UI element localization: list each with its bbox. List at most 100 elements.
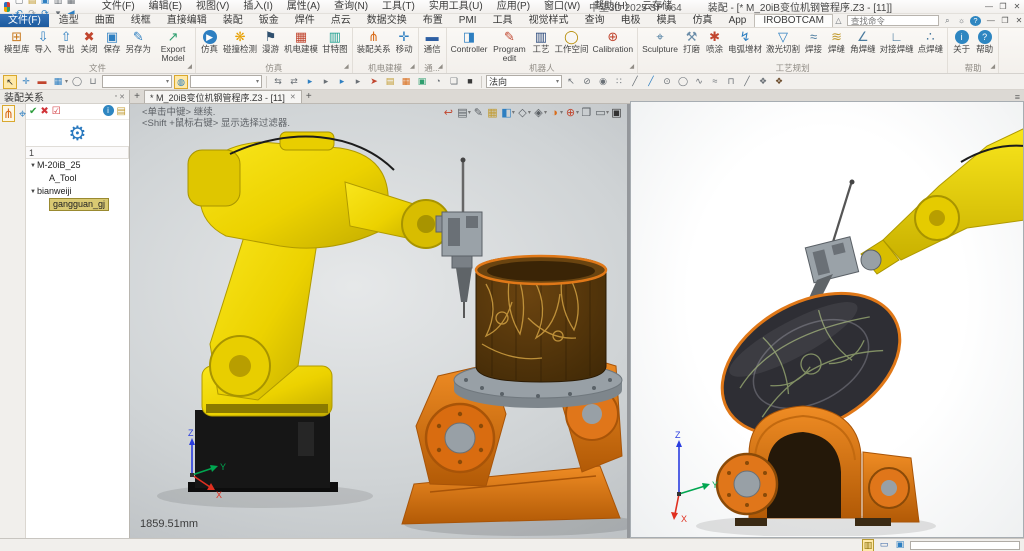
import-button[interactable]: ⇩导入: [32, 28, 55, 63]
snap-grid-icon[interactable]: ∷: [612, 75, 626, 89]
simulate-button[interactable]: ▶仿真: [198, 28, 221, 63]
model-library-button[interactable]: ⊞模型库: [2, 28, 32, 63]
gantt-toggle-icon[interactable]: ▥: [862, 539, 874, 551]
tab-close-icon[interactable]: ✕: [290, 93, 296, 101]
tree-node-a-tool[interactable]: A_Tool: [26, 172, 129, 185]
viewport-left[interactable]: Z Y X <单击中键> 继续. <Shift +鼠标右键> 显示选择过滤器. …: [130, 104, 627, 538]
fillet-weld-button[interactable]: ∠角焊缝: [848, 28, 878, 63]
spraying-button[interactable]: ✱喷涂: [703, 28, 726, 63]
history-icon[interactable]: ◔: [431, 75, 445, 89]
ribbon-tab-data-exchange[interactable]: 数据交换: [359, 14, 415, 27]
workpiece-cage[interactable]: [476, 256, 606, 382]
scene-right[interactable]: Z Y X: [631, 102, 1024, 536]
robot-arm-2[interactable]: [861, 128, 1024, 274]
ribbon-tab-pmi[interactable]: PMI: [451, 14, 485, 27]
ribbon-tab-direct-edit[interactable]: 直接编辑: [159, 14, 215, 27]
new-tab-button[interactable]: +: [130, 91, 144, 102]
close-button[interactable]: ✖关闭: [78, 28, 101, 63]
step4-icon[interactable]: ▸: [351, 75, 365, 89]
restore-button[interactable]: ❐: [996, 0, 1010, 14]
ribbon-tab-mold[interactable]: 模具: [649, 14, 685, 27]
document-tab[interactable]: * M_20iB变位机钢管程序.Z3 - [11] ✕: [144, 90, 302, 103]
snap-line-icon[interactable]: ╱: [628, 75, 642, 89]
minimize-button[interactable]: —: [982, 0, 996, 14]
apps-icon[interactable]: ☼: [956, 16, 967, 25]
program-edit-button[interactable]: ✎Program edit: [489, 28, 529, 63]
snap-tangent-icon[interactable]: ╱: [740, 75, 754, 89]
flag-icon[interactable]: ➤: [367, 75, 381, 89]
ribbon-group-simulation-launcher-icon[interactable]: ◢: [344, 62, 349, 72]
ribbon-group-file-launcher-icon[interactable]: ◢: [187, 62, 192, 72]
ribbon-group-robot-launcher-icon[interactable]: ◢: [629, 62, 634, 72]
assembly-relation-button[interactable]: ⋔装配关系: [355, 28, 393, 63]
save-as-button[interactable]: ✎另存为: [124, 28, 154, 63]
window-icon[interactable]: ❐: [580, 106, 593, 119]
assembly-relation-tab-icon[interactable]: ⋔: [2, 105, 15, 122]
ribbon-group-communication-launcher-icon[interactable]: ◢: [438, 62, 443, 72]
ribbon-tab-file[interactable]: 文件(F): [0, 14, 49, 27]
shaded-cube-dropdown-icon[interactable]: ▾: [512, 109, 515, 116]
tree-node-bianweiji[interactable]: ▼bianweiji: [26, 185, 129, 198]
expand-arrow-icon[interactable]: ▼: [29, 189, 37, 195]
ribbon-tab-shape[interactable]: 造型: [51, 14, 87, 27]
tree-node-m20ib[interactable]: ▼M-20iB_25: [26, 159, 129, 172]
gear-icon[interactable]: ⚙: [69, 121, 87, 146]
collision-detect-button[interactable]: ❋碰撞检测: [221, 28, 259, 63]
snap-spline-icon[interactable]: ≈: [708, 75, 722, 89]
snap-face-all-icon[interactable]: ❖: [772, 75, 786, 89]
spot-weld-button[interactable]: ∴点焊缝: [916, 28, 946, 63]
world-view-icon[interactable]: ◍: [174, 75, 188, 89]
mechatronics-model-button[interactable]: ▦机电建模: [282, 28, 320, 63]
align-right-icon[interactable]: ⇄: [287, 75, 301, 89]
annotate-icon[interactable]: ✎: [472, 106, 485, 119]
expand-arrow-icon[interactable]: ▼: [29, 163, 37, 169]
snap-mid-icon[interactable]: ⊓: [724, 75, 738, 89]
ribbon-group-help-launcher-icon[interactable]: ◢: [990, 62, 995, 72]
snap-none-icon[interactable]: ⊘: [580, 75, 594, 89]
orient-dropdown-icon[interactable]: ▾: [576, 109, 579, 116]
add-entity-icon[interactable]: ✛: [19, 75, 33, 89]
select-icon[interactable]: ↖: [3, 75, 17, 89]
workspace-button[interactable]: ◯工作空间: [552, 28, 590, 63]
save-button[interactable]: ▣保存: [101, 28, 124, 63]
move-button[interactable]: ✛移动: [393, 28, 416, 63]
align-left-icon[interactable]: ⇆: [271, 75, 285, 89]
ribbon-tab-point-cloud[interactable]: 点云: [323, 14, 359, 27]
ribbon-tab-electrode[interactable]: 电极: [613, 14, 649, 27]
window-list-icon[interactable]: ≡: [1015, 92, 1024, 102]
new-tab-button-2[interactable]: +: [302, 91, 316, 102]
gantt-chart-button[interactable]: ▥甘特图: [320, 28, 350, 63]
info-icon[interactable]: i: [103, 105, 114, 116]
lasso-icon[interactable]: ◯: [70, 75, 84, 89]
clipboard-icon[interactable]: ❏: [447, 75, 461, 89]
remove-entity-icon[interactable]: ▬: [35, 75, 49, 89]
search-icon[interactable]: ⌕: [942, 16, 953, 26]
arc-additive-button[interactable]: ↯电弧增材: [726, 28, 764, 63]
step1-icon[interactable]: ▸: [303, 75, 317, 89]
step2-icon[interactable]: ▸: [319, 75, 333, 89]
folder-icon[interactable]: ▤: [383, 75, 397, 89]
menu-utilities[interactable]: 实用工具(U): [422, 0, 490, 14]
apply-check-icon[interactable]: ☑: [52, 105, 61, 119]
menu-attributes[interactable]: 属性(A): [280, 0, 327, 14]
entity-filter-combo-dropdown-icon[interactable]: ▾: [166, 78, 169, 85]
controller-button[interactable]: ◨Controller: [449, 28, 490, 63]
close-panel-icon[interactable]: ✕: [119, 93, 125, 101]
export-button[interactable]: ⇧导出: [55, 28, 78, 63]
ribbon-tab-wireframe[interactable]: 线框: [123, 14, 159, 27]
ribbon-tab-app[interactable]: App: [721, 14, 755, 27]
views-dropdown-icon[interactable]: ▾: [468, 109, 471, 116]
monitor-icon[interactable]: ▣: [610, 106, 623, 119]
export-model-button[interactable]: ↗Export Model: [153, 28, 193, 63]
about-button[interactable]: i关于: [950, 28, 973, 63]
ribbon-tab-tools[interactable]: 工具: [485, 14, 521, 27]
butt-weld-button[interactable]: ∟对接焊缝: [878, 28, 916, 63]
doc-minimize-button[interactable]: —: [984, 14, 998, 28]
menu-file[interactable]: 文件(F): [95, 0, 142, 14]
collapse-ribbon-icon[interactable]: △: [833, 16, 844, 25]
welding-button[interactable]: ≈焊接: [802, 28, 825, 63]
command-search-input[interactable]: [847, 15, 939, 26]
close-button[interactable]: ✕: [1010, 0, 1024, 14]
report-icon[interactable]: ▤: [117, 105, 126, 119]
ribbon-tab-sheet-metal[interactable]: 钣金: [251, 14, 287, 27]
